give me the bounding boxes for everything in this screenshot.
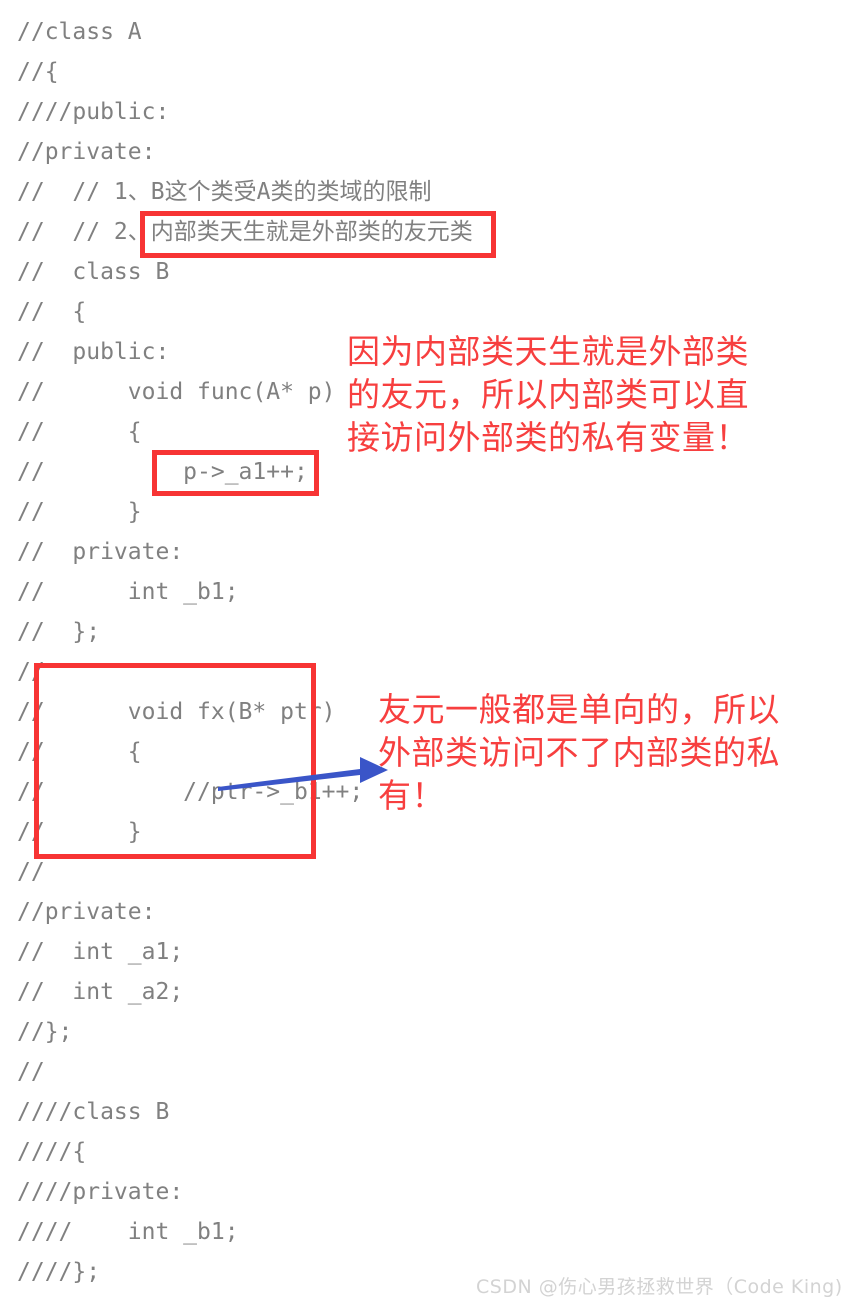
blue-arrow-pointer (218, 757, 388, 791)
code-line: // private: (17, 539, 184, 565)
code-listing: //class A //{ ////public: //private: // // 1… (17, 12, 617, 1292)
code-line: // // 1、B这个类受A类的类域的限制 (17, 179, 432, 205)
screenshot-canvas: //class A //{ ////public: //private: // // 1… (0, 0, 841, 1305)
code-line: //// int _b1; (17, 1219, 239, 1245)
code-line: // } (17, 819, 142, 845)
code-line: ////private: (17, 1179, 184, 1205)
code-line: // class B (17, 259, 170, 285)
annotation-inner-class-can-access-outer-private: 因为内部类天生就是外部类 的友元，所以内部类可以直 接访问外部类的私有变量！ (347, 332, 749, 457)
code-line: ////class B (17, 1099, 170, 1125)
annotation-friendship-is-one-way: 友元一般都是单向的，所以 外部类访问不了内部类的私 有！ (378, 690, 780, 815)
code-line: //{ (17, 59, 59, 85)
code-line: // (17, 1059, 45, 1085)
code-line: // { (17, 299, 87, 325)
code-line: // int _a2; (17, 979, 184, 1005)
code-line: //class A (17, 19, 142, 45)
code-line: ////public: (17, 99, 170, 125)
code-line: //}; (17, 1019, 73, 1045)
code-line: //private: (17, 899, 156, 925)
code-line: // (17, 659, 45, 685)
code-line: //private: (17, 139, 156, 165)
code-line: ////{ (17, 1139, 87, 1165)
code-line: // }; (17, 619, 101, 645)
code-line: // int _a1; (17, 939, 184, 965)
code-line: // } (17, 499, 142, 525)
code-line: // // 2、内部类天生就是外部类的友元类 (17, 219, 473, 245)
code-line: // int _b1; (17, 579, 239, 605)
csdn-watermark: CSDN @伤心男孩拯救世界（Code King) (476, 1276, 841, 1298)
code-line: // (17, 859, 45, 885)
